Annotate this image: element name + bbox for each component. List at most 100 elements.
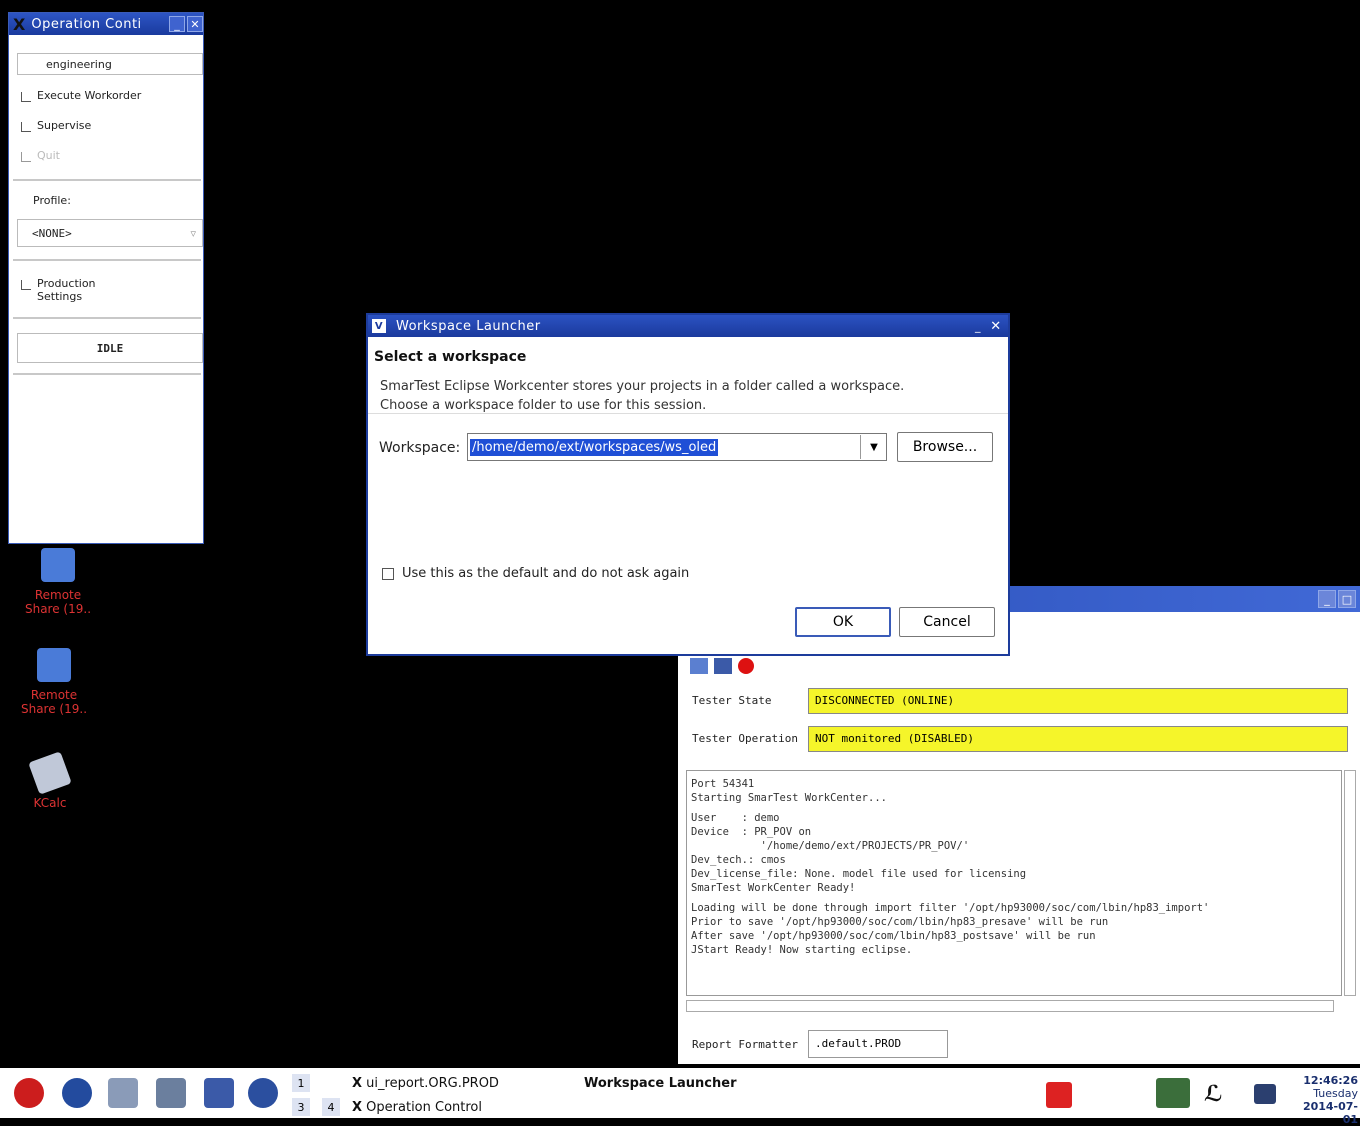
- profile-value: <NONE>: [32, 226, 72, 240]
- icon-label: Remote: [30, 688, 78, 702]
- profile-label: Profile:: [33, 194, 71, 207]
- separator: [13, 317, 201, 319]
- cancel-button[interactable]: Cancel: [899, 607, 995, 637]
- tester-state-label: Tester State: [692, 694, 772, 707]
- dialog-header: Select a workspace SmarTest Eclipse Work…: [368, 337, 1008, 414]
- clock-time: 12:46:26: [1303, 1074, 1358, 1087]
- report-formatter-label: Report Formatter: [692, 1038, 798, 1051]
- user-field[interactable]: engineering: [17, 53, 203, 75]
- icon-label: Share (19..: [24, 602, 92, 616]
- x-logo-icon: X: [352, 1100, 363, 1115]
- profile-select[interactable]: <NONE> ▿: [17, 219, 203, 247]
- tester-operation-value: NOT monitored (DISABLED): [808, 726, 1348, 752]
- label-line: Settings: [37, 290, 83, 303]
- log-line: JStart Ready! Now starting eclipse.: [691, 944, 913, 956]
- desktop-icon-remote-share-1[interactable]: Remote Share (19..: [8, 548, 108, 616]
- minimize-button[interactable]: _: [169, 16, 185, 32]
- option-label: Supervise: [37, 119, 92, 132]
- status-value: IDLE: [96, 341, 124, 355]
- workspace-label: Workspace:: [379, 440, 461, 456]
- report-formatter-field[interactable]: .default.PROD: [808, 1030, 948, 1058]
- dialog-description-1: SmarTest Eclipse Workcenter stores your …: [380, 379, 905, 394]
- separator: [13, 259, 201, 261]
- operation-control-titlebar[interactable]: X Operation Conti _ ✕: [9, 13, 203, 35]
- tray-display-icon[interactable]: [1254, 1084, 1276, 1104]
- user-value: engineering: [46, 57, 112, 71]
- status-field: IDLE: [17, 333, 203, 363]
- production-settings-label: Production Settings: [37, 277, 96, 303]
- task-workspace-launcher[interactable]: Workspace Launcher: [584, 1076, 736, 1091]
- desktop-icon-remote-share-2[interactable]: Remote Share (19..: [4, 648, 104, 716]
- maximize-button[interactable]: □: [1338, 590, 1356, 608]
- supervise-option[interactable]: Supervise: [21, 119, 91, 132]
- icon-label: KCalc: [33, 796, 67, 810]
- image-icon[interactable]: [690, 658, 708, 674]
- task-operation-control[interactable]: X Operation Control: [352, 1100, 482, 1115]
- x-logo-icon: X: [352, 1076, 363, 1091]
- dropdown-arrow-icon[interactable]: ▿: [190, 227, 196, 240]
- dialog-description-2: Choose a workspace folder to use for thi…: [380, 398, 707, 413]
- task-ui-report[interactable]: X ui_report.ORG.PROD: [352, 1076, 499, 1091]
- workspace-input[interactable]: /home/demo/ext/workspaces/ws_oled: [470, 438, 719, 456]
- console-log[interactable]: Port 54341 Starting SmarTest WorkCenter..…: [686, 770, 1342, 996]
- tray-clipboard-icon[interactable]: ℒ: [1204, 1082, 1228, 1107]
- log-line: Loading will be done through import filt…: [691, 902, 1210, 914]
- log-line: '/home/demo/ext/PROJECTS/PR_POV/': [691, 840, 970, 852]
- desktop-icon-kcalc[interactable]: KCalc: [0, 751, 100, 810]
- dialog-heading: Select a workspace: [374, 349, 527, 365]
- browser-icon[interactable]: [62, 1078, 92, 1108]
- tester-operation-label: Tester Operation: [692, 732, 798, 745]
- log-line: After save '/opt/hp93000/soc/com/lbin/hp…: [691, 930, 1096, 942]
- clock-date: 2014-07-01: [1302, 1100, 1358, 1126]
- task-label: Operation Control: [366, 1100, 482, 1115]
- desktop-pager-3[interactable]: 3: [292, 1098, 310, 1116]
- log-line: Starting SmarTest WorkCenter...: [691, 792, 887, 804]
- tray-app-icon[interactable]: [1046, 1082, 1072, 1108]
- log-line: User : demo: [691, 812, 780, 824]
- clock[interactable]: 12:46:26 Tuesday 2014-07-01: [1288, 1074, 1358, 1126]
- record-icon[interactable]: [738, 658, 754, 674]
- execute-workorder-option[interactable]: Execute Workorder: [21, 89, 141, 102]
- tools-icon[interactable]: [156, 1078, 186, 1108]
- log-horizontal-scrollbar[interactable]: [686, 1000, 1334, 1012]
- close-button[interactable]: ✕: [187, 16, 203, 32]
- browse-button[interactable]: Browse...: [897, 432, 993, 462]
- icon-label: Share (19..: [20, 702, 88, 716]
- ok-button[interactable]: OK: [795, 607, 891, 637]
- dialog-titlebar[interactable]: V Workspace Launcher _ ✕: [368, 315, 1008, 337]
- log-line: Device : PR_POV on: [691, 826, 812, 838]
- checkbox[interactable]: [382, 567, 394, 580]
- x-logo-icon: X: [13, 14, 26, 34]
- checkbox[interactable]: [21, 122, 31, 132]
- checkbox[interactable]: [21, 152, 31, 162]
- close-button[interactable]: ✕: [988, 318, 1004, 334]
- start-menu-icon[interactable]: [14, 1078, 44, 1108]
- quit-option[interactable]: Quit: [21, 149, 60, 162]
- checkbox[interactable]: [21, 92, 31, 102]
- checkbox-label: Use this as the default and do not ask a…: [402, 566, 690, 581]
- production-settings-option[interactable]: Production Settings: [21, 277, 96, 303]
- dialog-title: Workspace Launcher: [396, 318, 541, 334]
- checkbox[interactable]: [21, 280, 31, 290]
- desktop-pager-1[interactable]: 1: [292, 1074, 310, 1092]
- separator: [13, 373, 201, 375]
- monitor-icon[interactable]: [714, 658, 732, 674]
- log-vertical-scrollbar[interactable]: [1344, 770, 1356, 996]
- workspace-dropdown-arrow-icon[interactable]: ▼: [860, 435, 887, 459]
- file-manager-icon[interactable]: [248, 1078, 278, 1108]
- network-icon[interactable]: [108, 1078, 138, 1108]
- log-line: SmarTest WorkCenter Ready!: [691, 882, 856, 894]
- tray-network-icon[interactable]: [1156, 1078, 1190, 1108]
- taskbar: 1 3 4 X ui_report.ORG.PROD X Operation C…: [0, 1068, 1360, 1126]
- workspace-combo[interactable]: /home/demo/ext/workspaces/ws_oled: [467, 433, 887, 461]
- tester-state-value: DISCONNECTED (ONLINE): [808, 688, 1348, 714]
- minimize-button[interactable]: _: [1318, 590, 1336, 608]
- terminal-icon[interactable]: [204, 1078, 234, 1108]
- default-workspace-checkbox-row[interactable]: Use this as the default and do not ask a…: [382, 566, 689, 581]
- label-line: Production: [37, 277, 96, 290]
- clock-day: Tuesday: [1313, 1087, 1358, 1100]
- minimize-button[interactable]: _: [970, 318, 986, 334]
- workcenter-window: _ □ Tester State DISCONNECTED (ONLINE) T…: [678, 586, 1360, 1064]
- task-label: ui_report.ORG.PROD: [366, 1076, 499, 1091]
- desktop-pager-4[interactable]: 4: [322, 1098, 340, 1116]
